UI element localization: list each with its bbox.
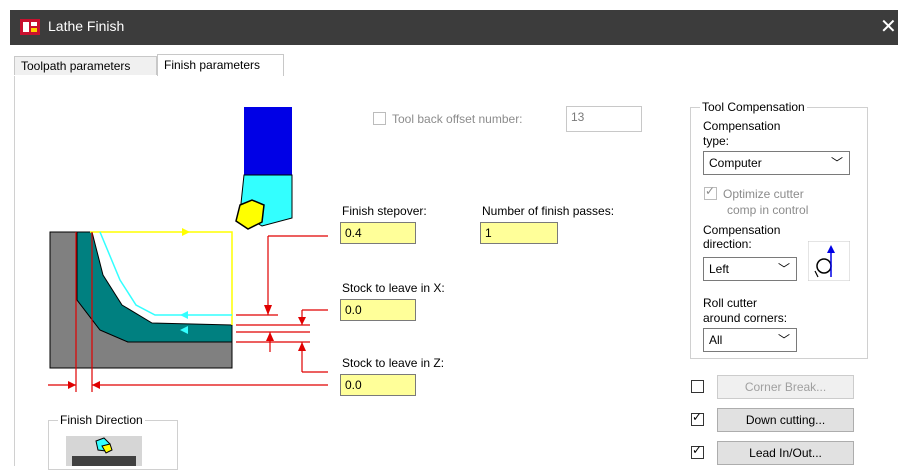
- chevron-down-icon: ﹀: [777, 262, 790, 276]
- tool-compensation-title: Tool Compensation: [700, 100, 807, 114]
- compensation-type-select[interactable]: Computer ﹀: [703, 151, 850, 175]
- stock-z-field[interactable]: 0.0: [340, 374, 416, 396]
- tool-back-offset-field[interactable]: 13: [566, 106, 642, 132]
- optimize-cutter-checkbox[interactable]: ✓: [704, 185, 717, 200]
- finish-direction-icon[interactable]: [66, 436, 142, 466]
- finish-stepover-label: Finish stepover:: [342, 204, 427, 218]
- chevron-down-icon: ﹀: [777, 333, 790, 347]
- compensation-direction-icon: [808, 241, 850, 281]
- roll-cutter-value: All: [709, 333, 723, 347]
- finish-stepover-field[interactable]: 0.4: [340, 222, 416, 244]
- finish-passes-field[interactable]: 1: [480, 222, 558, 244]
- compensation-type-value: Computer: [709, 156, 762, 170]
- stock-x-field[interactable]: 0.0: [340, 299, 416, 321]
- roll-cutter-label-line2: around corners:: [703, 311, 788, 325]
- lead-in-out-button[interactable]: Lead In/Out...: [717, 441, 854, 465]
- down-cutting-button[interactable]: Down cutting...: [717, 408, 854, 432]
- compensation-type-label-line2: type:: [703, 134, 730, 148]
- finish-passes-label: Number of finish passes:: [482, 204, 615, 218]
- optimize-cutter-label-line1: Optimize cutter: [723, 187, 804, 201]
- tool-holder: [244, 107, 292, 175]
- tool-back-offset-label: Tool back offset number:: [392, 112, 523, 126]
- chevron-down-icon: ﹀: [830, 156, 843, 170]
- stock-z-label: Stock to leave in Z:: [342, 356, 445, 370]
- roll-cutter-select[interactable]: All ﹀: [703, 328, 797, 352]
- tool-back-offset-checkbox[interactable]: [373, 112, 386, 125]
- stock-x-label: Stock to leave in X:: [342, 281, 445, 295]
- optimize-cutter-label-line2: comp in control: [727, 203, 809, 217]
- corner-break-button[interactable]: Corner Break...: [717, 375, 854, 399]
- down-cutting-checkbox[interactable]: ✓: [691, 411, 704, 426]
- corner-break-checkbox[interactable]: [691, 380, 704, 393]
- compensation-type-label-line1: Compensation: [703, 119, 781, 133]
- compensation-direction-select[interactable]: Left ﹀: [703, 257, 797, 281]
- compensation-direction-value: Left: [709, 262, 730, 276]
- finish-material: [76, 231, 233, 343]
- compensation-direction-label-line2: direction:: [703, 237, 752, 251]
- lead-in-out-checkbox[interactable]: ✓: [691, 444, 704, 459]
- finish-direction-title: Finish Direction: [58, 413, 145, 427]
- compensation-direction-label-line1: Compensation: [703, 223, 781, 237]
- roll-cutter-label-line1: Roll cutter: [703, 296, 758, 310]
